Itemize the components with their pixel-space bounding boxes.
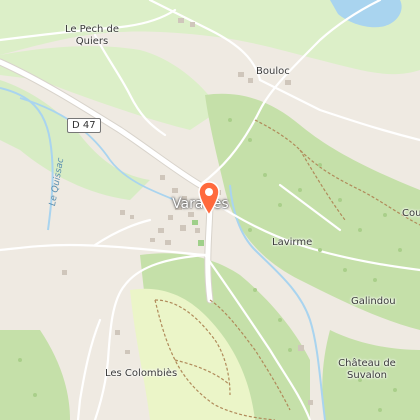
building [298,345,304,351]
building [168,215,173,220]
tree [358,228,362,232]
place-label-galindou: Galindou [351,296,396,307]
tree [398,248,402,252]
place-label-chateau-de-suvalon: Château de Suvalon [338,358,396,381]
building [120,210,125,215]
building [125,350,130,354]
building [248,78,253,83]
place-label-les-colombies: Les Colombiès [105,368,178,379]
building [62,270,67,275]
tree [253,288,257,292]
garden [192,220,198,225]
tree [263,173,267,177]
tree [18,358,22,362]
tree [288,348,292,352]
tree [393,388,397,392]
tree [228,118,232,122]
building [238,72,244,77]
building [188,212,194,217]
tree [343,268,347,272]
place-label-le-pech-de-quiers: Le Pech de Quiers [64,24,120,47]
building [190,22,195,27]
place-label-lavirme: Lavirme [272,237,313,248]
building [178,18,184,23]
place-label-cou: Cou [402,208,420,219]
building [195,228,200,233]
tree [338,198,342,202]
building [158,228,164,233]
tree [278,318,282,322]
building [308,400,313,405]
tree [318,163,322,167]
building [180,225,186,231]
tree [383,213,387,217]
map-view[interactable]: Le Pech de Quiers Bouloc Lavirme Galindo… [0,0,420,420]
building [172,188,178,193]
building [160,175,165,180]
tree [248,138,252,142]
building [285,80,291,85]
tree [318,248,322,252]
road-shield-d47: D 47 [67,118,101,133]
tree [278,203,282,207]
location-pin-icon[interactable] [197,180,221,217]
building [165,240,171,245]
tree [248,228,252,232]
building [130,215,134,219]
tree [378,408,382,412]
garden [198,240,204,246]
place-label-bouloc: Bouloc [256,66,290,77]
tree [33,393,37,397]
building [150,238,155,242]
tree [298,188,302,192]
building [115,330,120,335]
tree [373,278,377,282]
